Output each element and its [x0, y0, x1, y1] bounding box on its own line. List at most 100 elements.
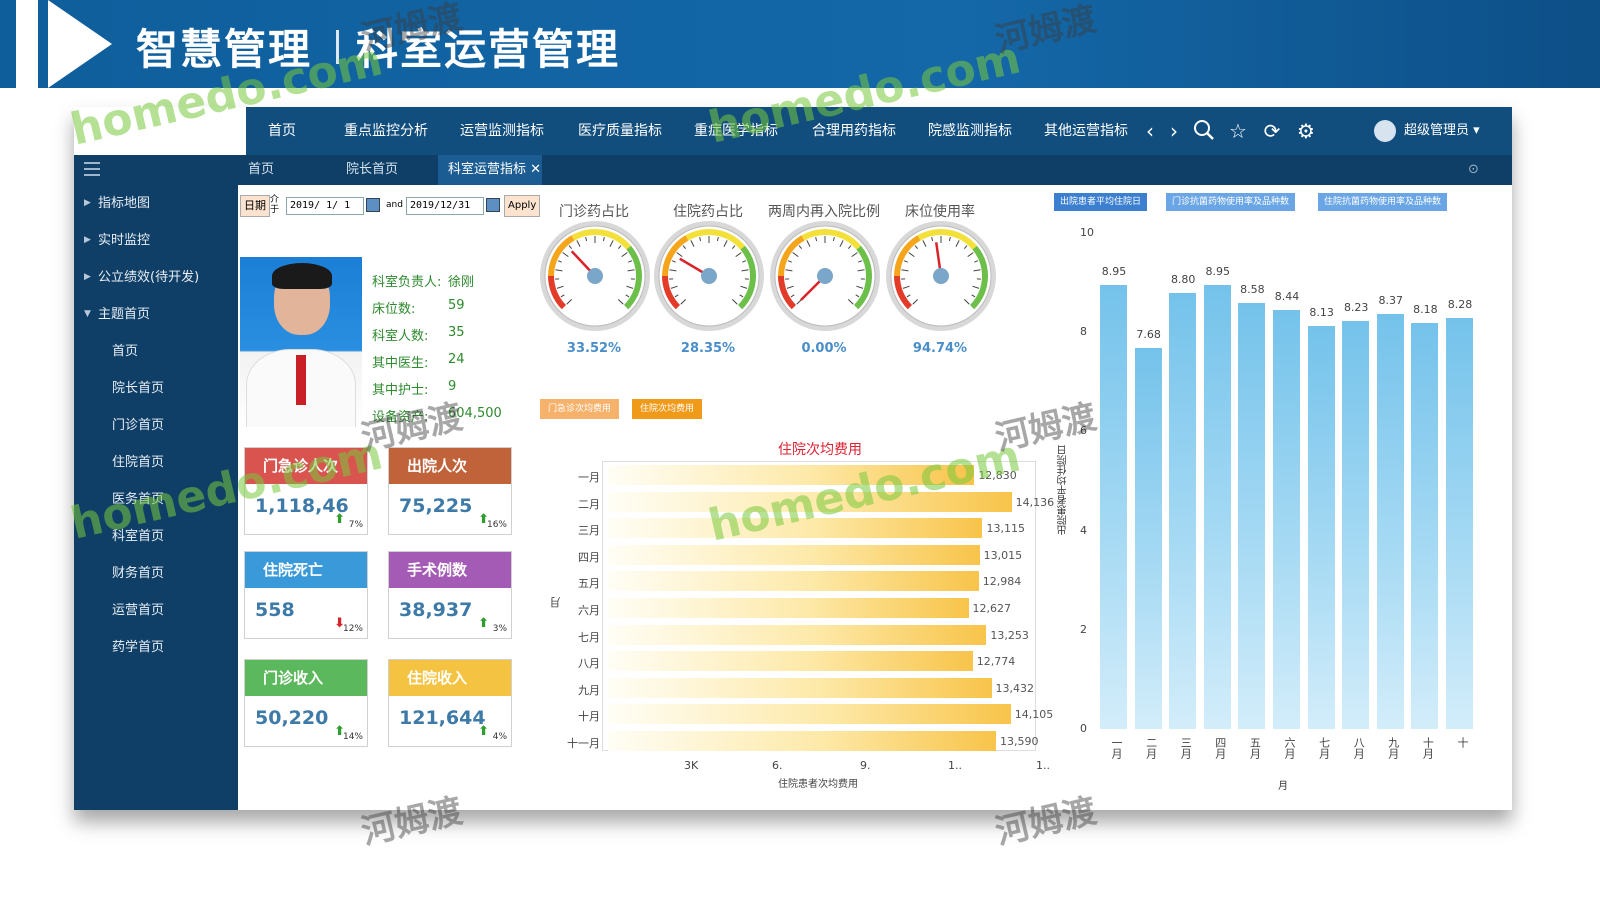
hbar-x-tick: 3K [684, 759, 699, 772]
hbar-category-label: 十一月 [567, 737, 600, 750]
close-icon[interactable]: ✕ [530, 162, 541, 177]
menu-toggle-icon[interactable] [84, 162, 100, 176]
vbar-bar[interactable] [1376, 313, 1404, 729]
end-date-input[interactable]: 2019/12/31 [406, 197, 484, 215]
search-icon[interactable] [1192, 119, 1216, 143]
nav-item-operation-monitoring[interactable]: 运营监测指标 [460, 107, 544, 155]
vbar-bar[interactable] [1100, 285, 1127, 729]
hbar-bar[interactable] [608, 518, 983, 539]
btn-inpatient-antibiotics[interactable]: 住院抗菌药物使用率及品种数 [1318, 193, 1448, 211]
btn-avg-stay[interactable]: 出院患者平均住院日 [1054, 193, 1148, 211]
gauge-title: 床位使用率 [905, 204, 975, 220]
sidebar-item-home[interactable]: 首页 [74, 333, 238, 370]
logo-area [74, 107, 246, 155]
hbar-value-label: 13,432 [995, 681, 1035, 695]
vbar-bar[interactable] [1238, 303, 1266, 729]
btn-outpatient-antibiotics[interactable]: 门诊抗菌药物使用率及品种数 [1166, 193, 1296, 211]
sidebar-item-outpatient-home[interactable]: 门诊首页 [74, 407, 238, 444]
nav-item-medical-quality[interactable]: 医疗质量指标 [578, 107, 662, 155]
nav-item-key-monitoring[interactable]: 重点监控分析 [344, 107, 428, 155]
tab-home[interactable]: 首页 [238, 155, 330, 185]
sidebar-item-public-performance[interactable]: ▶ 公立绩效(待开发) [74, 259, 238, 296]
kpi-card-inpatient-income[interactable]: 住院收入 121,644 ⬆ 4% [388, 659, 512, 747]
hbar-bar[interactable] [608, 731, 997, 751]
start-date-input[interactable]: 2019/ 1/ 1 [286, 197, 364, 215]
card-percent: 16% [486, 520, 507, 530]
sidebar-item-theme-home[interactable]: ▼ 主题首页 [74, 296, 238, 333]
hbar-bar[interactable] [608, 704, 1011, 725]
vbar-bar[interactable] [1203, 285, 1231, 729]
gauge-title: 门诊药占比 [559, 204, 629, 220]
vbar-bar[interactable] [1342, 320, 1370, 729]
sidebar-item-label: 指标地图 [98, 196, 151, 211]
banner-separator [336, 30, 339, 64]
hbar-value-label: 14,105 [1014, 708, 1054, 722]
nav-item-other[interactable]: 其他运营指标 [1044, 107, 1128, 155]
sidebar-item-inpatient-home[interactable]: 住院首页 [74, 444, 238, 481]
hbar-bar[interactable] [608, 677, 992, 698]
gear-icon[interactable]: ⚙ [1294, 119, 1318, 143]
sidebar-item-dept-home[interactable]: 科室首页 [74, 518, 238, 555]
refresh-icon[interactable]: ⟳ [1260, 119, 1284, 143]
sidebar-item-pharmacy-home[interactable]: 药学首页 [74, 629, 238, 666]
user-menu[interactable]: 超级管理员 ▾ [1374, 107, 1480, 155]
sidebar-item-label: 主题首页 [98, 307, 151, 322]
gauge-title: 住院药占比 [673, 204, 743, 220]
sidebar-item-medical-home[interactable]: 医务首页 [74, 481, 238, 518]
nav-item-rational-drug[interactable]: 合理用药指标 [812, 107, 896, 155]
kpi-card-outpatient-income[interactable]: 门诊收入 50,220 ⬆ 14% [244, 659, 368, 747]
tab-dept-operation-label: 科室运营指标 [448, 162, 527, 177]
hbar-bar[interactable] [608, 491, 1012, 512]
chevron-left-icon[interactable]: ‹ [1138, 119, 1162, 143]
sidebar-item-label: 公立绩效(待开发) [98, 270, 200, 285]
vbar-bar[interactable] [1273, 310, 1300, 729]
sidebar-item-director-home[interactable]: 院长首页 [74, 370, 238, 407]
hbar-value-label: 12,830 [978, 469, 1017, 482]
kpi-card-inpatient-deaths[interactable]: 住院死亡 558 ⬇ 12% [244, 551, 368, 639]
vbar-bar[interactable] [1169, 292, 1197, 729]
sidebar-item-finance-home[interactable]: 财务首页 [74, 555, 238, 592]
hbar-bar[interactable] [608, 465, 975, 485]
sidebar-item-operation-home[interactable]: 运营首页 [74, 592, 238, 629]
nav-item-critical-care[interactable]: 重症医学指标 [694, 107, 778, 155]
hbar-bar[interactable] [608, 651, 973, 672]
calendar-icon[interactable] [486, 198, 500, 212]
caret-right-icon: ▶ [84, 272, 91, 282]
hbar-bar[interactable] [608, 598, 969, 618]
vbar-value-label: 8.28 [1447, 298, 1473, 312]
gauge-title: 两周内再入院比例 [768, 204, 880, 220]
avatar [1374, 119, 1396, 142]
vbar-category-label: 五月 [1248, 737, 1262, 759]
hbar-value-label: 13,590 [1000, 735, 1039, 748]
hbar-bar[interactable] [608, 571, 979, 592]
tab-director-home[interactable]: 院长首页 [336, 155, 428, 185]
hbar-bar[interactable] [608, 544, 980, 565]
legend-inpatient-avg-cost[interactable]: 住院次均费用 [632, 399, 703, 419]
calendar-icon[interactable] [366, 198, 380, 212]
vbar-bar[interactable] [1411, 323, 1439, 729]
chevron-right-icon[interactable]: › [1162, 119, 1186, 143]
hbar-x-axis-label: 住院患者次均费用 [778, 779, 858, 790]
caret-down-icon: ▼ [84, 309, 91, 319]
kpi-card-surgeries[interactable]: 手术例数 38,937 ⬆ 3% [388, 551, 512, 639]
vbar-y-axis-label: 出院患者平均住院日 [1058, 445, 1069, 535]
vbar-bar[interactable] [1446, 318, 1473, 729]
vbar-y-tick: 6 [1080, 424, 1087, 438]
star-icon[interactable]: ☆ [1226, 119, 1250, 143]
more-icon[interactable]: ⊙ [1458, 155, 1488, 185]
vbar-bar[interactable] [1134, 348, 1162, 729]
tab-dept-operation[interactable]: 科室运营指标 ✕ [438, 155, 542, 185]
nav-item-home[interactable]: 首页 [268, 107, 296, 155]
nav-item-infection[interactable]: 院感监测指标 [928, 107, 1012, 155]
kpi-card-outpatient-visits[interactable]: 门急诊人次 1,118,46 ⬆ 7% [244, 447, 368, 535]
vbar-y-tick: 10 [1080, 226, 1094, 239]
date-label: 日期 [240, 195, 270, 217]
hbar-bar[interactable] [608, 624, 987, 645]
banner-subtitle: 科室运营管理 [356, 25, 621, 74]
sidebar-item-realtime[interactable]: ▶ 实时监控 [74, 222, 238, 259]
vbar-bar[interactable] [1307, 325, 1335, 729]
sidebar-item-indicator-map[interactable]: ▶ 指标地图 [74, 185, 238, 222]
hbar-value-label: 12,627 [972, 602, 1012, 615]
legend-outpatient-avg-cost[interactable]: 门急诊次均费用 [540, 399, 620, 419]
kpi-card-discharges[interactable]: 出院人次 75,225 ⬆ 16% [388, 447, 512, 535]
